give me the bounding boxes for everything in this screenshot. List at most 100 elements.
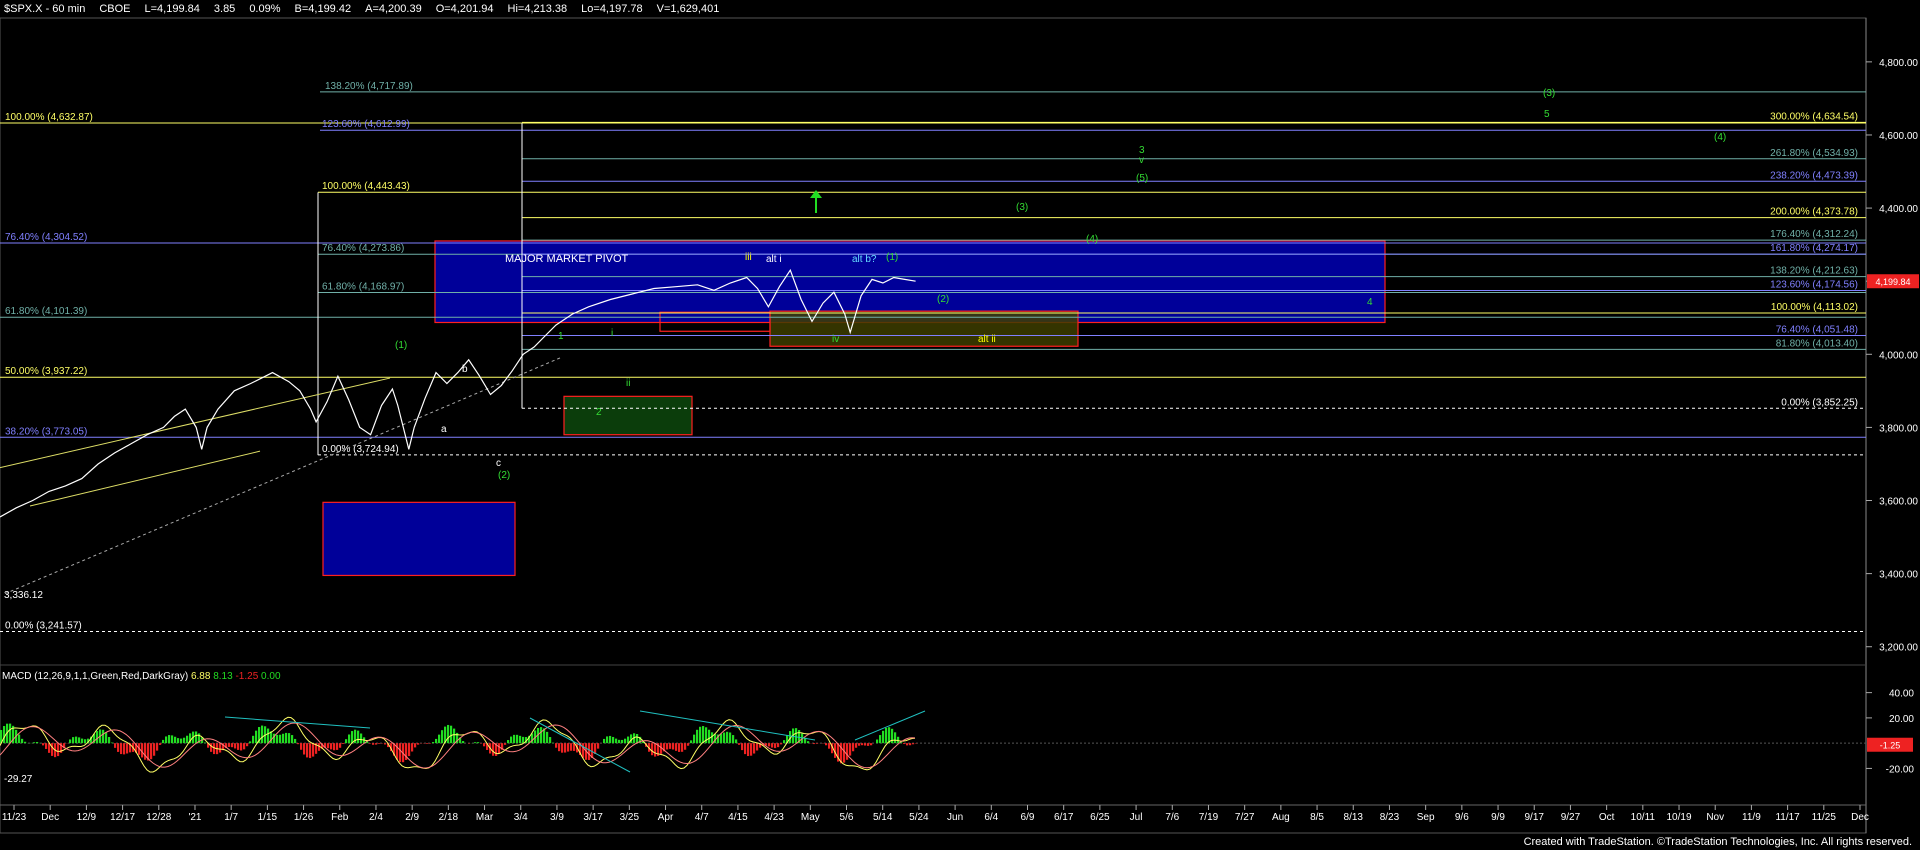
- macd-histogram-bar: [498, 743, 501, 754]
- macd-histogram-bar: [171, 735, 174, 744]
- price-tick-label: 4,800.00: [1879, 58, 1918, 69]
- time-tick-label: 2/4: [369, 812, 383, 823]
- macd-histogram-bar: [159, 743, 162, 745]
- macd-histogram-bar: [438, 734, 441, 744]
- macd-histogram-bar: [813, 743, 816, 745]
- macd-histogram-bar: [735, 739, 738, 744]
- macd-histogram-bar: [345, 739, 348, 744]
- macd-histogram-bar: [24, 741, 27, 744]
- macd-histogram-bar: [72, 737, 75, 744]
- wave-label: b: [462, 364, 468, 375]
- macd-value-3: -1.25: [235, 671, 259, 682]
- macd-histogram-bar: [399, 743, 402, 763]
- macd-histogram-bar: [606, 736, 609, 744]
- wave-2-box: [563, 395, 693, 436]
- macd-title: MACD (12,26,9,1,1,Green,Red,DarkGray): [2, 671, 189, 682]
- macd-histogram-bar: [777, 743, 780, 748]
- fib-label: 261.80% (4,534.93): [1770, 148, 1858, 159]
- macd-value-1: 6.88: [190, 671, 211, 682]
- macd-histogram-bar: [45, 743, 48, 749]
- macd-histogram-bar: [912, 743, 915, 745]
- price-tick-label: 3,400.00: [1879, 570, 1918, 581]
- macd-histogram-bar: [738, 743, 741, 745]
- fib-label: 100.00% (4,632.87): [5, 112, 93, 123]
- macd-histogram-bar: [408, 743, 411, 757]
- macd-histogram-bar: [357, 730, 360, 744]
- macd-histogram-bar: [906, 743, 909, 746]
- wave-label: ii: [626, 378, 630, 389]
- macd-histogram-bar: [774, 743, 777, 749]
- wave-label: 5: [1544, 109, 1550, 120]
- time-tick-label: 1/15: [258, 812, 278, 823]
- macd-histogram-bar: [522, 736, 525, 744]
- macd-histogram-bar: [330, 743, 333, 750]
- macd-histogram-bar: [435, 738, 438, 744]
- macd-histogram-bar: [144, 743, 147, 760]
- time-tick-label: 7/27: [1235, 812, 1255, 823]
- macd-histogram-bar: [699, 726, 702, 744]
- macd-histogram-bar: [519, 735, 522, 744]
- macd-histogram-bar: [597, 743, 600, 749]
- wave-label: (3): [1016, 202, 1028, 213]
- macd-histogram-bar: [426, 743, 429, 744]
- wave-label: 3,336.12: [4, 590, 43, 601]
- price-tick-label: 3,800.00: [1879, 423, 1918, 434]
- macd-histogram-bar: [333, 743, 336, 751]
- macd-histogram-bar: [432, 742, 435, 744]
- macd-histogram-bar: [69, 739, 72, 744]
- macd-histogram-bar: [204, 742, 207, 744]
- time-tick-label: 3/4: [514, 812, 528, 823]
- macd-histogram-bar: [213, 743, 216, 755]
- time-tick-label: 8/5: [1310, 812, 1324, 823]
- macd-histogram-bar: [744, 743, 747, 755]
- macd-histogram-bar: [816, 743, 819, 744]
- macd-histogram-bar: [807, 741, 810, 744]
- time-tick-label: 2/9: [405, 812, 419, 823]
- macd-histogram-bar: [903, 743, 906, 745]
- macd-histogram-bar: [243, 743, 246, 750]
- macd-histogram-bar: [783, 740, 786, 744]
- time-tick-label: Jul: [1130, 812, 1143, 823]
- chart-frame: [0, 17, 1867, 834]
- price-chart[interactable]: 4,800.004,600.004,400.004,200.004,000.00…: [0, 0, 1920, 850]
- macd-histogram-bar: [849, 743, 852, 756]
- macd-histogram-bar: [567, 743, 570, 752]
- macd-histogram-bar: [339, 743, 342, 748]
- macd-tick-label: -20.00: [1886, 764, 1915, 775]
- macd-histogram-bar: [228, 743, 231, 747]
- fib-label: 50.00% (3,937.22): [5, 366, 87, 377]
- fib-label: 100.00% (4,443.43): [322, 181, 410, 192]
- macd-histogram-bar: [306, 743, 309, 758]
- macd-histogram-bar: [618, 739, 621, 744]
- fib-label: 238.20% (4,473.39): [1770, 170, 1858, 181]
- macd-histogram-bar: [609, 735, 612, 744]
- fib-label: 123.60% (4,612.99): [322, 119, 410, 130]
- wave-label: alt b?: [852, 254, 877, 265]
- macd-histogram-bar: [708, 729, 711, 744]
- macd-histogram-bar: [612, 736, 615, 744]
- wave-label: 1: [558, 331, 564, 342]
- macd-histogram-bar: [582, 743, 585, 758]
- macd-histogram-bar: [894, 732, 897, 744]
- fib-label: 123.60% (4,174.56): [1770, 279, 1858, 290]
- macd-tick-label: 40.00: [1889, 689, 1914, 700]
- time-tick-label: 9/17: [1525, 812, 1545, 823]
- macd-histogram-bar: [483, 743, 486, 747]
- macd-histogram-bar: [516, 734, 519, 744]
- macd-histogram-bar: [51, 743, 54, 756]
- macd-histogram-bar: [441, 730, 444, 744]
- macd-histogram-bar: [33, 742, 36, 744]
- time-tick-label: Apr: [658, 812, 674, 823]
- macd-histogram-bar: [669, 743, 672, 749]
- wave-label: (4): [1714, 132, 1726, 143]
- time-tick-label: 10/19: [1667, 812, 1692, 823]
- macd-histogram-bar: [261, 725, 264, 744]
- price-tick-label: 4,000.00: [1879, 350, 1918, 361]
- time-tick-label: 3/25: [620, 812, 640, 823]
- fib-label: 61.80% (4,101.39): [5, 306, 87, 317]
- macd-histogram-bar: [729, 732, 732, 744]
- macd-histogram-bar: [252, 735, 255, 744]
- wave-label: (4): [1086, 234, 1098, 245]
- macd-histogram-bar: [867, 743, 870, 746]
- up-arrow-icon: [810, 190, 822, 213]
